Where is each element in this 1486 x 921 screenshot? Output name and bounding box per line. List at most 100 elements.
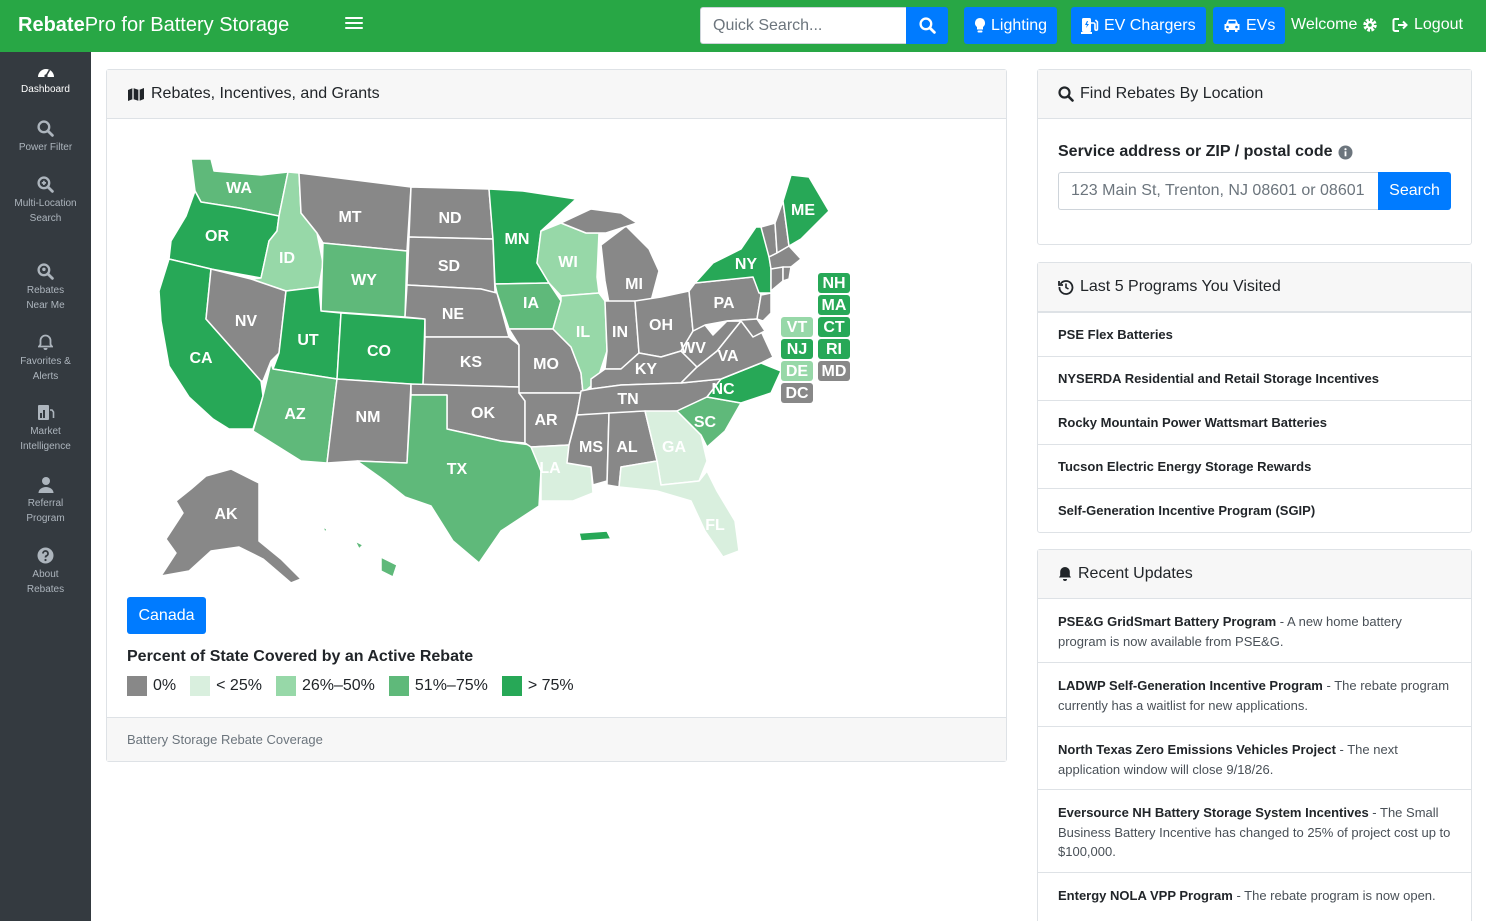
- welcome-menu[interactable]: Welcome: [1291, 16, 1378, 34]
- question-circle-icon: [37, 547, 54, 564]
- state-pr[interactable]: [578, 530, 612, 542]
- label-de: DE: [786, 363, 809, 380]
- brand-logo[interactable]: RebatePro for Battery Storage: [18, 14, 289, 37]
- box-de[interactable]: DE: [781, 361, 813, 381]
- menu-toggle-icon[interactable]: [345, 14, 363, 34]
- label-al: AL: [616, 439, 638, 456]
- label-pa: PA: [713, 295, 734, 312]
- state-ak[interactable]: [160, 468, 302, 584]
- car-icon: [1224, 19, 1240, 32]
- state-ct[interactable]: [770, 266, 784, 292]
- sidebar-item-market-intelligence[interactable]: Market Intelligence: [0, 404, 91, 454]
- label-az: AZ: [284, 406, 306, 423]
- label-md: MD: [822, 363, 847, 380]
- label-ak: AK: [214, 506, 238, 523]
- update-item: LADWP Self-Generation Incentive Program …: [1038, 662, 1471, 726]
- tachometer-icon: [37, 69, 54, 78]
- update-program-link[interactable]: Entergy NOLA VPP Program: [1058, 888, 1233, 903]
- update-item: North Texas Zero Emissions Vehicles Proj…: [1038, 726, 1471, 789]
- quick-search-input[interactable]: [700, 7, 906, 44]
- recent-program-link[interactable]: Rocky Mountain Power Wattsmart Batteries: [1038, 400, 1471, 444]
- location-search-button[interactable]: Search: [1378, 172, 1451, 210]
- legend-item: 26%–50%: [275, 676, 375, 696]
- evs-button[interactable]: EVs: [1213, 7, 1286, 44]
- recent-program-link[interactable]: Self-Generation Incentive Program (SGIP): [1038, 488, 1471, 532]
- find-card-header: Find Rebates By Location: [1038, 70, 1471, 119]
- sidebar-item-power-filter[interactable]: Power Filter: [0, 120, 91, 155]
- box-nj[interactable]: NJ: [781, 339, 813, 359]
- sidebar-item-about-rebates[interactable]: About Rebates: [0, 547, 91, 597]
- label-va: VA: [717, 348, 738, 365]
- small-state-boxes: NH MA VT CT NJ RI DE MD DC: [781, 273, 850, 403]
- search-icon: [918, 17, 936, 34]
- chart-icon: [37, 405, 54, 420]
- recent-updates-title: Recent Updates: [1078, 565, 1193, 582]
- label-ky: KY: [635, 361, 658, 378]
- sidebar-item-referral-program[interactable]: Referral Program: [0, 476, 91, 526]
- user-icon: [38, 477, 53, 493]
- label-sc: SC: [694, 414, 717, 431]
- map-card-header: Rebates, Incentives, and Grants: [107, 70, 1006, 119]
- update-program-link[interactable]: LADWP Self-Generation Incentive Program: [1058, 678, 1323, 693]
- lightbulb-icon: [975, 18, 985, 33]
- lighting-button[interactable]: Lighting: [964, 7, 1058, 44]
- quick-search: [700, 7, 948, 44]
- box-md[interactable]: MD: [818, 361, 850, 381]
- legend-swatch: [127, 676, 147, 696]
- label-wv: WV: [680, 340, 706, 357]
- box-dc[interactable]: DC: [781, 383, 813, 403]
- canada-button[interactable]: Canada: [127, 597, 206, 634]
- state-ri[interactable]: [782, 266, 792, 282]
- box-ct[interactable]: CT: [818, 317, 850, 337]
- label-wy: WY: [351, 272, 377, 289]
- history-icon: [1058, 280, 1074, 295]
- box-ri[interactable]: RI: [818, 339, 850, 359]
- quick-search-button[interactable]: [906, 7, 948, 44]
- label-ct: CT: [823, 319, 845, 336]
- recent-program-link[interactable]: PSE Flex Batteries: [1038, 312, 1471, 356]
- find-card-title: Find Rebates By Location: [1080, 85, 1264, 102]
- label-co: CO: [367, 343, 391, 360]
- box-vt[interactable]: VT: [781, 317, 813, 337]
- label-nc: NC: [711, 381, 735, 398]
- state-hi[interactable]: [322, 526, 398, 578]
- label-ma: MA: [822, 297, 847, 314]
- rebates-map-card: Rebates, Incentives, and Grants WA OR CA…: [106, 69, 1007, 762]
- address-input[interactable]: [1058, 172, 1378, 210]
- label-tx: TX: [447, 461, 468, 478]
- box-ma[interactable]: MA: [818, 295, 850, 315]
- update-program-link[interactable]: Eversource NH Battery Storage System Inc…: [1058, 805, 1369, 820]
- sidebar-item-favorites-alerts[interactable]: Favorites & Alerts: [0, 334, 91, 384]
- update-program-link[interactable]: North Texas Zero Emissions Vehicles Proj…: [1058, 742, 1336, 757]
- recent-program-link[interactable]: NYSERDA Residential and Retail Storage I…: [1038, 356, 1471, 400]
- logout-link[interactable]: Logout: [1392, 16, 1463, 34]
- info-icon[interactable]: [1338, 145, 1353, 160]
- label-mn: MN: [505, 231, 530, 248]
- ev-chargers-button[interactable]: EV Chargers: [1071, 7, 1206, 44]
- map-card-footer: Battery Storage Rebate Coverage: [107, 717, 1006, 761]
- update-item: Eversource NH Battery Storage System Inc…: [1038, 789, 1471, 872]
- find-rebates-card: Find Rebates By Location Service address…: [1037, 69, 1472, 245]
- search-plus-icon: [37, 176, 54, 193]
- gear-icon: [1363, 18, 1378, 32]
- label-wi: WI: [558, 254, 578, 271]
- legend-swatch: [388, 676, 409, 696]
- label-il: IL: [576, 324, 590, 341]
- sidebar-item-dashboard[interactable]: Dashboard: [0, 64, 91, 97]
- sidebar-item-rebates-near-me[interactable]: Rebates Near Me: [0, 263, 91, 313]
- sidebar-item-multi-location-search[interactable]: Multi-Location Search: [0, 176, 91, 226]
- us-coverage-map: WA OR CA ID NV MT WY UT AZ CO NM ND SD N…: [158, 158, 850, 584]
- recent-programs-card: Last 5 Programs You Visited PSE Flex Bat…: [1037, 262, 1472, 533]
- label-mi: MI: [625, 276, 643, 293]
- box-nh[interactable]: NH: [818, 273, 850, 293]
- label-me: ME: [791, 202, 815, 219]
- label-ga: GA: [662, 439, 686, 456]
- update-program-link[interactable]: PSE&G GridSmart Battery Program: [1058, 614, 1276, 629]
- legend-title: Percent of State Covered by an Active Re…: [127, 648, 474, 665]
- label-wa: WA: [226, 180, 252, 197]
- legend-item: 0%: [127, 676, 176, 696]
- recent-program-link[interactable]: Tucson Electric Energy Storage Rewards: [1038, 444, 1471, 488]
- label-ks: KS: [460, 354, 483, 371]
- label-ok: OK: [471, 405, 495, 422]
- label-ar: AR: [534, 412, 558, 429]
